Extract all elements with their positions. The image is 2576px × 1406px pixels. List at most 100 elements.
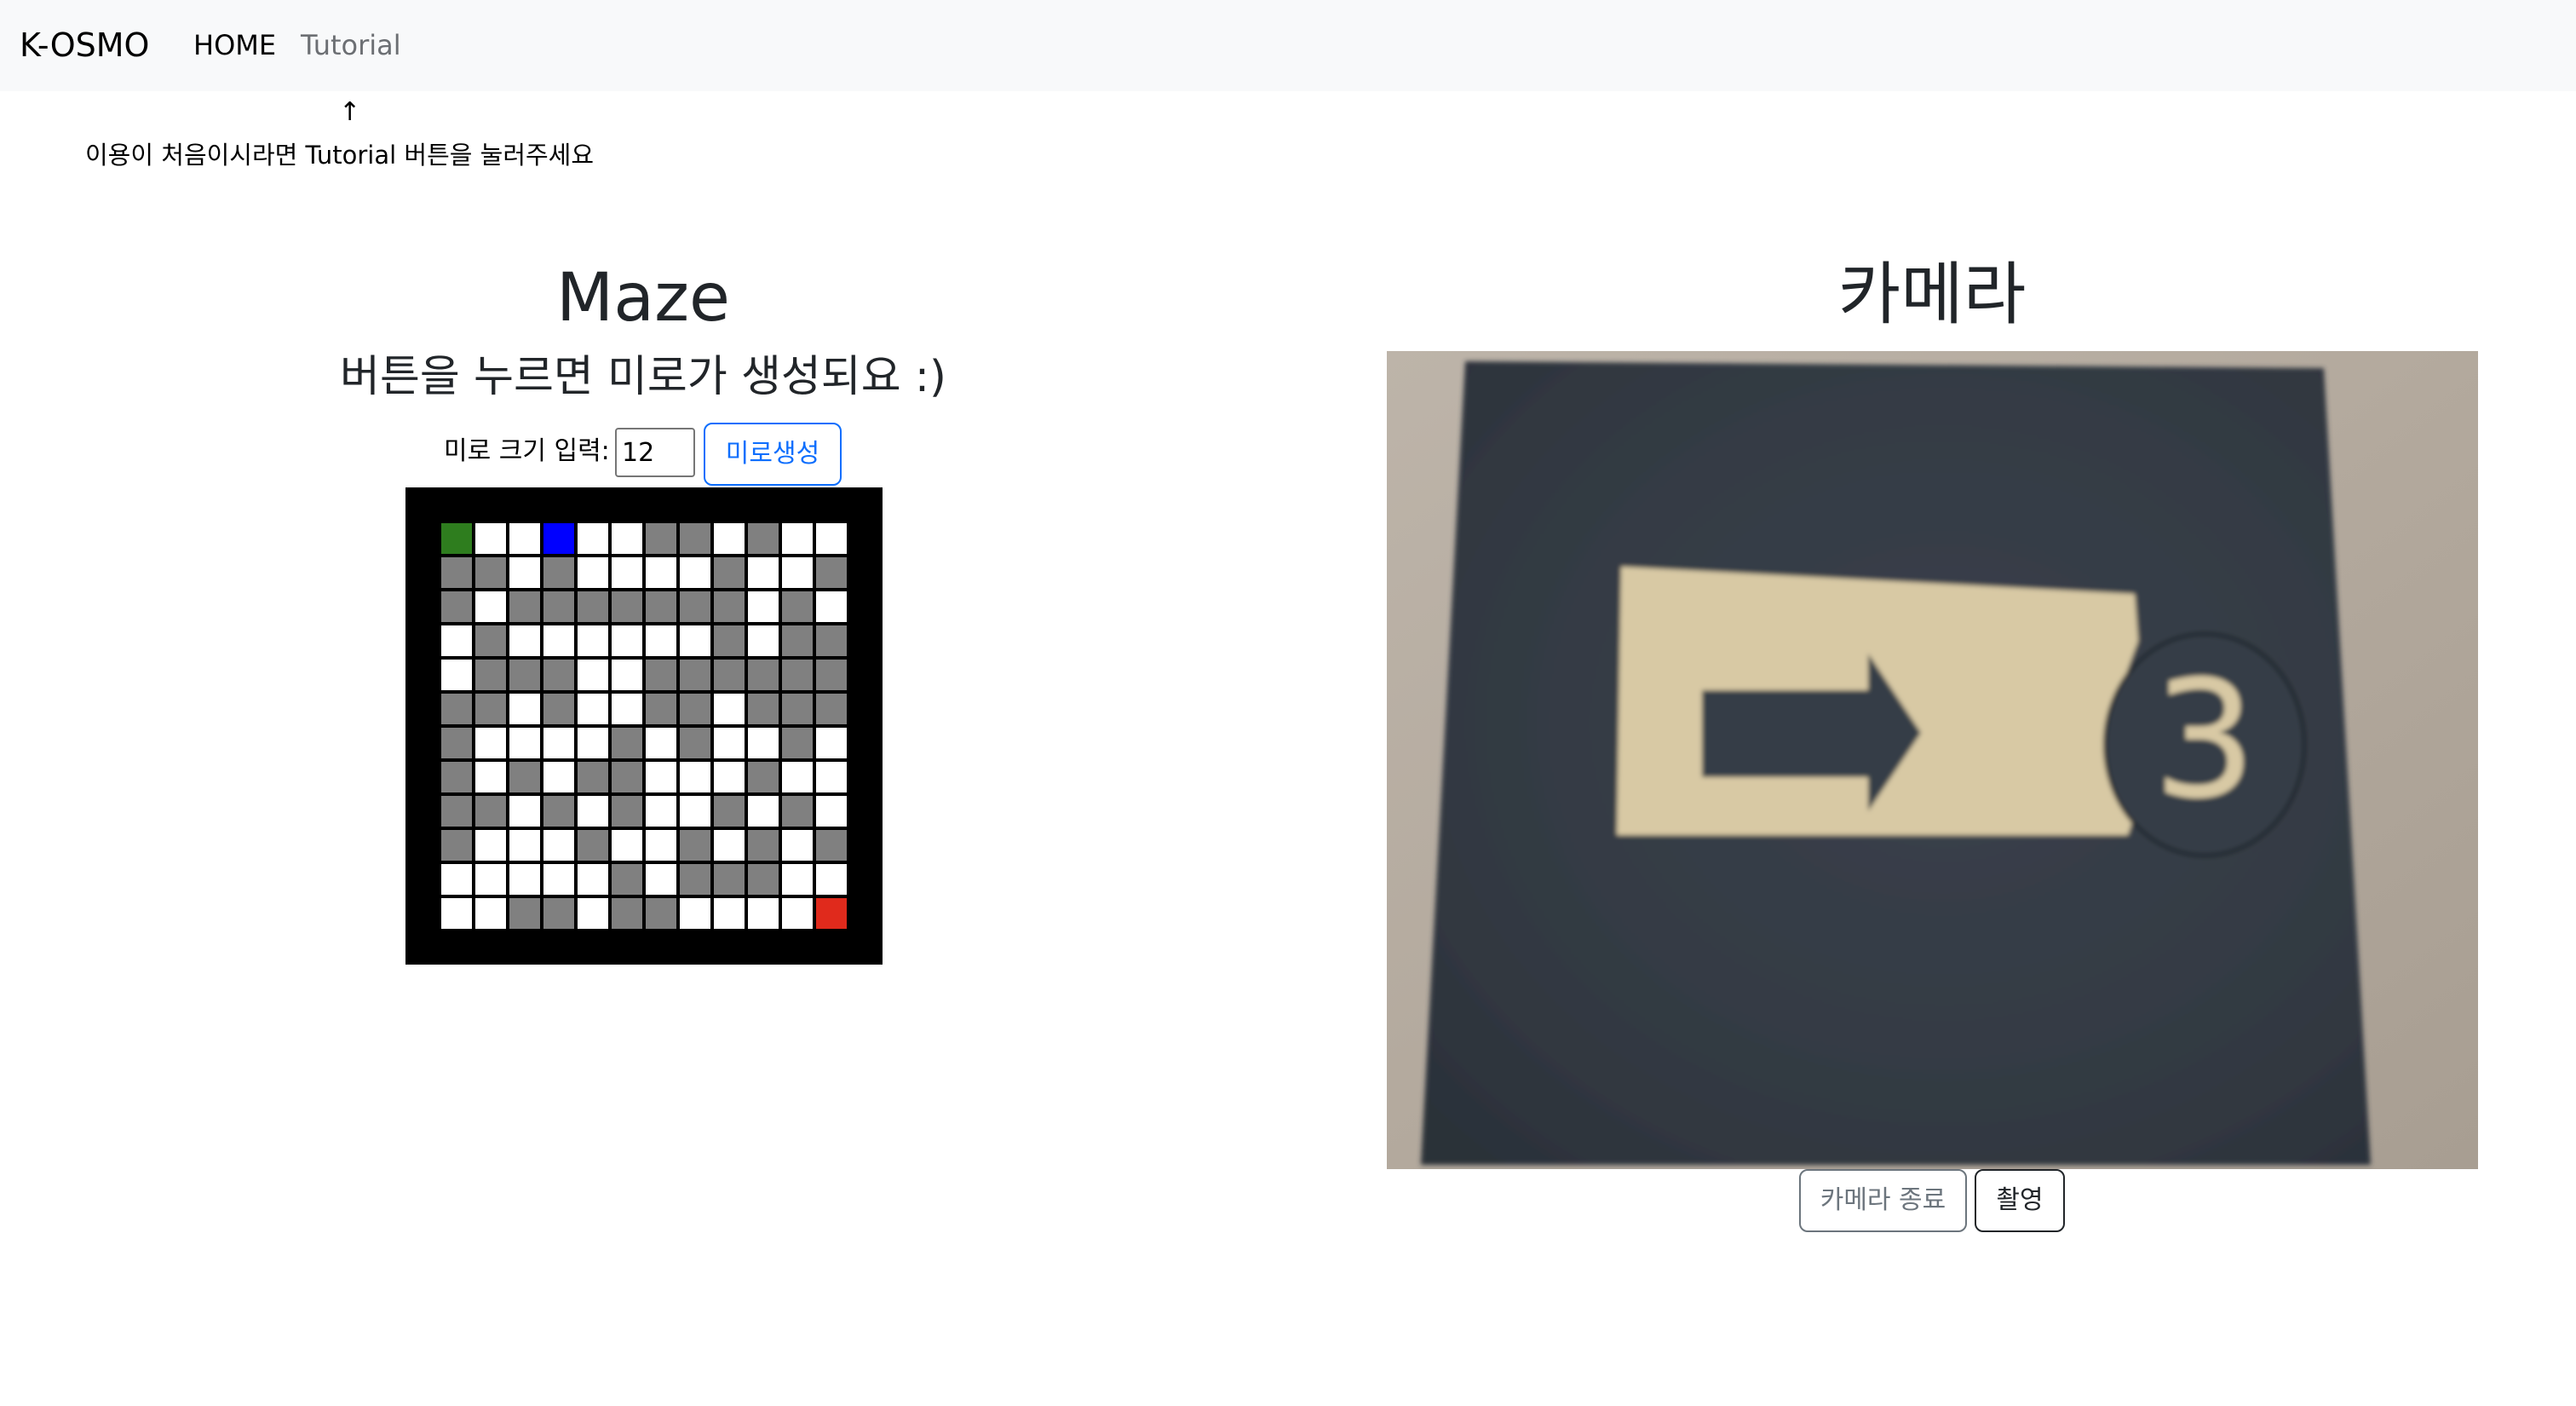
maze-path-cell: [746, 624, 780, 658]
maze-path-cell: [678, 896, 712, 931]
maze-path-cell: [814, 521, 848, 556]
maze-wall-cell: [780, 726, 814, 760]
maze-wall-cell: [542, 590, 576, 624]
maze-path-cell: [678, 624, 712, 658]
maze-wall-cell: [780, 624, 814, 658]
maze-path-cell: [712, 726, 746, 760]
maze-wall-cell: [746, 828, 780, 862]
maze-path-cell: [474, 828, 508, 862]
maze-path-cell: [644, 556, 678, 590]
maze-wall-cell: [542, 692, 576, 726]
maze-path-cell: [440, 624, 474, 658]
maze-wall-cell: [678, 590, 712, 624]
maze-wall-cell: [712, 658, 746, 692]
maze-path-cell: [440, 896, 474, 931]
maze-wall-cell: [440, 726, 474, 760]
maze-path-cell: [746, 794, 780, 828]
maze-wall-cell: [814, 828, 848, 862]
up-arrow-icon: ↑: [339, 97, 361, 127]
maze-path-cell: [712, 692, 746, 726]
maze-wall-cell: [508, 760, 542, 794]
maze-path-cell: [814, 590, 848, 624]
maze-wall-cell: [780, 794, 814, 828]
maze-path-cell: [814, 862, 848, 896]
maze-path-cell: [610, 658, 644, 692]
maze-wall-cell: [678, 726, 712, 760]
maze-path-cell: [644, 624, 678, 658]
camera-image: 3: [1387, 351, 2478, 1169]
maze-wall-cell: [678, 862, 712, 896]
maze-wall-cell: [610, 726, 644, 760]
maze-path-cell: [576, 794, 610, 828]
maze-path-cell: [576, 658, 610, 692]
maze-path-cell: [712, 828, 746, 862]
maze-size-label: 미로 크기 입력:: [444, 436, 610, 466]
card-number: 3: [2153, 646, 2257, 834]
maze-wall-cell: [474, 556, 508, 590]
maze-wall-cell: [508, 590, 542, 624]
maze-path-cell: [644, 862, 678, 896]
maze-path-cell: [542, 760, 576, 794]
maze-path-cell: [644, 760, 678, 794]
maze-wall-cell: [814, 658, 848, 692]
maze-path-cell: [508, 521, 542, 556]
maze-path-cell: [474, 726, 508, 760]
maze-path-cell: [440, 862, 474, 896]
maze-wall-cell: [440, 794, 474, 828]
maze-path-cell: [576, 896, 610, 931]
maze-path-cell: [576, 521, 610, 556]
maze-goal-cell: [814, 896, 848, 931]
maze-path-cell: [712, 896, 746, 931]
maze-path-cell: [508, 692, 542, 726]
maze-wall-cell: [678, 521, 712, 556]
maze-path-cell: [474, 760, 508, 794]
navbar: K-OSMO HOME Tutorial: [0, 0, 2576, 91]
maze-size-input[interactable]: [615, 428, 695, 477]
nav-link-home[interactable]: HOME: [193, 27, 276, 63]
stop-camera-button[interactable]: 카메라 종료: [1799, 1169, 1967, 1232]
capture-button[interactable]: 촬영: [1975, 1169, 2065, 1232]
maze-wall-cell: [610, 794, 644, 828]
maze-wall-cell: [610, 896, 644, 931]
maze-wall-cell: [542, 556, 576, 590]
maze-path-cell: [814, 726, 848, 760]
maze-path-cell: [746, 896, 780, 931]
maze-player-cell: [542, 521, 576, 556]
maze-wall-cell: [746, 692, 780, 726]
maze-path-cell: [474, 896, 508, 931]
maze-path-cell: [746, 726, 780, 760]
maze-wall-cell: [712, 624, 746, 658]
nav-link-tutorial[interactable]: Tutorial: [301, 27, 401, 63]
maze-path-cell: [474, 521, 508, 556]
maze-wall-cell: [712, 556, 746, 590]
maze-path-cell: [440, 658, 474, 692]
maze-wall-cell: [610, 862, 644, 896]
maze-path-cell: [508, 726, 542, 760]
maze-path-cell: [508, 556, 542, 590]
maze-wall-cell: [746, 658, 780, 692]
maze-wall-cell: [644, 658, 678, 692]
maze-wall-cell: [780, 692, 814, 726]
maze-wall-cell: [576, 760, 610, 794]
brand-logo[interactable]: K-OSMO: [20, 24, 149, 66]
maze-path-cell: [576, 862, 610, 896]
maze-wall-cell: [712, 862, 746, 896]
maze-path-cell: [814, 794, 848, 828]
maze-wall-cell: [508, 896, 542, 931]
maze-wall-cell: [780, 658, 814, 692]
maze-wall-cell: [474, 658, 508, 692]
generate-maze-button[interactable]: 미로생성: [704, 423, 842, 486]
maze-wall-cell: [644, 590, 678, 624]
maze-start-cell: [440, 521, 474, 556]
maze-path-cell: [644, 726, 678, 760]
maze-wall-cell: [814, 624, 848, 658]
maze-path-cell: [644, 794, 678, 828]
maze-wall-cell: [678, 828, 712, 862]
maze-wall-cell: [440, 692, 474, 726]
maze-wall-cell: [814, 556, 848, 590]
maze-path-cell: [474, 862, 508, 896]
maze-path-cell: [508, 862, 542, 896]
maze-wall-cell: [746, 521, 780, 556]
maze-path-cell: [474, 590, 508, 624]
maze-path-cell: [610, 692, 644, 726]
